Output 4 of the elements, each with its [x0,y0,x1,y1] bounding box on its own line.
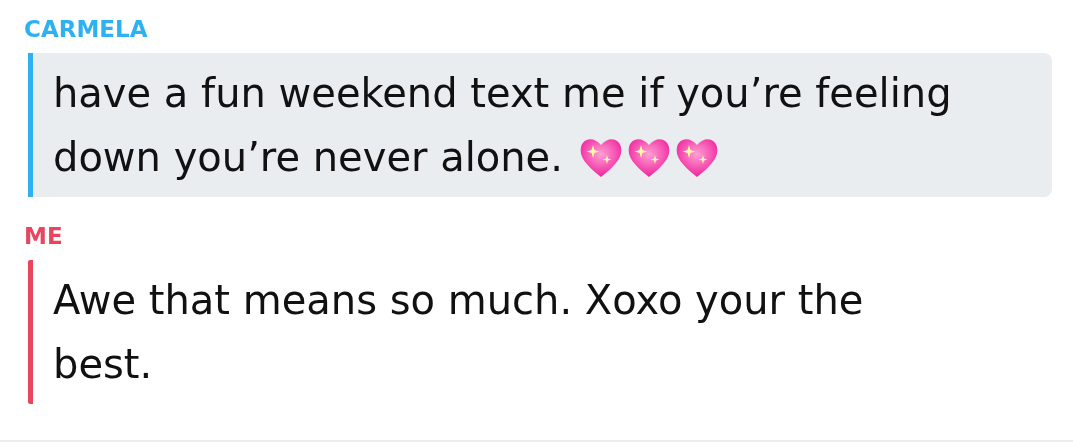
message-text: have a fun weekend text me if you’re feeling down you’re never alone. [53,69,953,182]
sender-name: CARMELA [24,15,148,44]
sender-name: ME [24,222,63,251]
message-text: Awe that means so much. Xoxo your the best. [53,276,865,389]
